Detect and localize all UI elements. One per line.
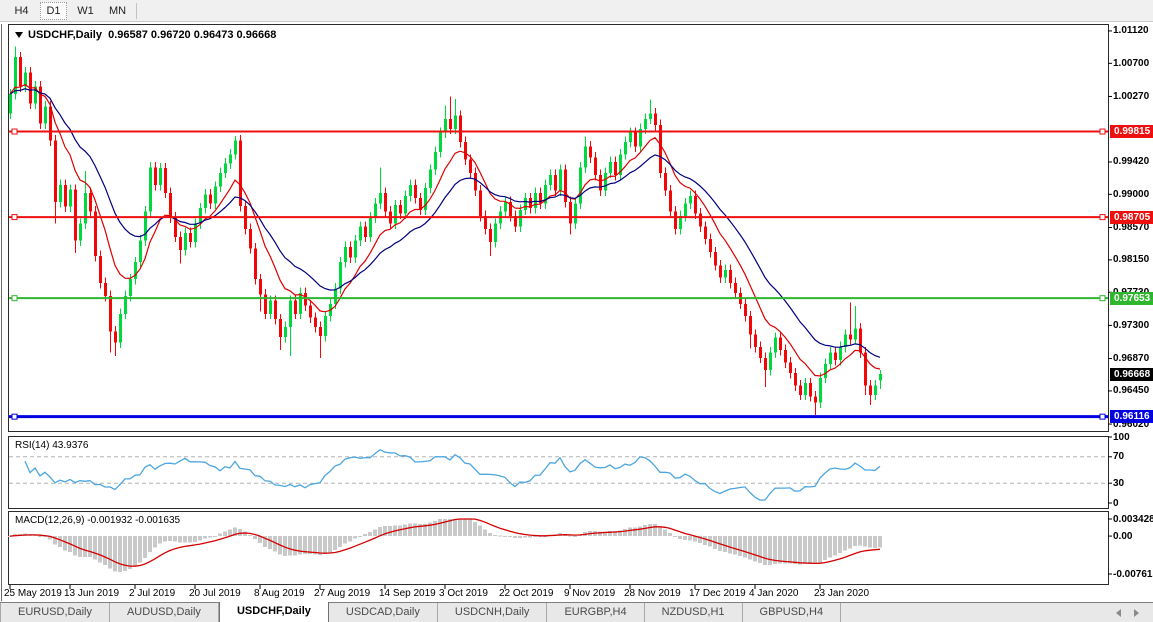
tabs-scroll-right-icon[interactable]: [1134, 609, 1139, 617]
line-handle[interactable]: [12, 215, 17, 220]
price-line-badge[interactable]: 0.98705: [1110, 211, 1153, 224]
date-axis-label: 14 Sep 2019: [379, 588, 436, 599]
price-axis-label: 0.98150: [1113, 254, 1153, 265]
chart-ohlc-values: 0.96587 0.96720 0.96473 0.96668: [108, 29, 276, 41]
price-axis-label: 0.96870: [1113, 353, 1153, 364]
price-axis-label: 0.99000: [1113, 189, 1153, 200]
rsi-axis-label: 70: [1113, 451, 1153, 462]
trading-terminal-window: { "toolbar": { "buttons": [ {"label": "H…: [0, 0, 1153, 622]
price-axis-label: 1.00700: [1113, 58, 1153, 69]
date-axis-label: 4 Jan 2020: [749, 588, 799, 599]
line-handle[interactable]: [1100, 414, 1105, 419]
macd-axis-label: 0.003428: [1113, 514, 1153, 525]
price-axis-label: 0.97300: [1113, 320, 1153, 331]
rsi-axis-label: 0: [1113, 498, 1153, 509]
line-handle[interactable]: [1100, 215, 1105, 220]
price-line-badge[interactable]: 0.97653: [1110, 292, 1153, 305]
date-axis-label: 27 Aug 2019: [314, 588, 370, 599]
chart-canvas: [0, 0, 1153, 622]
rsi-axis-label: 100: [1113, 432, 1153, 443]
tab-usdchf-daily[interactable]: USDCHF,Daily: [219, 602, 329, 622]
tab-eurgbp-h4[interactable]: EURGBP,H4: [547, 603, 644, 622]
date-axis-label: 3 Oct 2019: [439, 588, 488, 599]
date-axis-label: 28 Nov 2019: [624, 588, 681, 599]
tab-usdcad-daily[interactable]: USDCAD,Daily: [329, 603, 438, 622]
symbol-tab-bar: EURUSD,DailyAUDUSD,DailyUSDCHF,DailyUSDC…: [0, 602, 1153, 622]
macd-axis-label: -0.007615: [1113, 569, 1153, 580]
price-axis-label: 0.96450: [1113, 385, 1153, 396]
candlestick-series: [9, 46, 882, 414]
date-axis-label: 9 Nov 2019: [564, 588, 615, 599]
macd-histogram: [8, 519, 882, 572]
macd-axis-label: 0.00: [1113, 531, 1153, 542]
tab-audusd-daily[interactable]: AUDUSD,Daily: [110, 603, 219, 622]
price-line-badge[interactable]: 0.96116: [1110, 410, 1153, 423]
price-line-badge[interactable]: 0.99815: [1110, 125, 1153, 138]
line-handle[interactable]: [12, 414, 17, 419]
tabs-scroll-left-icon[interactable]: [1116, 609, 1121, 617]
current-price-badge: 0.96668: [1110, 368, 1153, 381]
price-axis-label: 1.01120: [1113, 25, 1153, 36]
symbol-dropdown-icon[interactable]: [15, 32, 23, 38]
date-axis-label: 23 Jan 2020: [814, 588, 869, 599]
price-axis-label: 0.98570: [1113, 222, 1153, 233]
line-handle[interactable]: [12, 296, 17, 301]
date-axis-label: 17 Dec 2019: [689, 588, 746, 599]
date-axis-label: 2 Jul 2019: [129, 588, 175, 599]
date-axis-label: 20 Jul 2019: [189, 588, 241, 599]
line-handle[interactable]: [1100, 129, 1105, 134]
tab-gbpusd-h4[interactable]: GBPUSD,H4: [743, 603, 842, 622]
chart-title: USDCHF,Daily 0.96587 0.96720 0.96473 0.9…: [15, 29, 276, 41]
tab-eurusd-daily[interactable]: EURUSD,Daily: [0, 603, 110, 622]
chart-symbol-label: USDCHF,Daily: [28, 29, 102, 41]
rsi-label: RSI(14) 43.9376: [15, 440, 88, 451]
line-handle[interactable]: [1100, 296, 1105, 301]
price-axis-label: 1.00270: [1113, 91, 1153, 102]
tab-nzdusd-h1[interactable]: NZDUSD,H1: [645, 603, 743, 622]
rsi-axis-label: 30: [1113, 478, 1153, 489]
price-axis-label: 0.99420: [1113, 156, 1153, 167]
line-handle[interactable]: [12, 129, 17, 134]
date-axis-label: 22 Oct 2019: [499, 588, 553, 599]
tab-usdcnh-daily[interactable]: USDCNH,Daily: [438, 603, 548, 622]
date-axis-label: 13 Jun 2019: [64, 588, 119, 599]
date-axis-label: 25 May 2019: [4, 588, 62, 599]
macd-label: MACD(12,26,9) -0.001932 -0.001635: [15, 515, 180, 526]
date-axis-label: 8 Aug 2019: [254, 588, 305, 599]
